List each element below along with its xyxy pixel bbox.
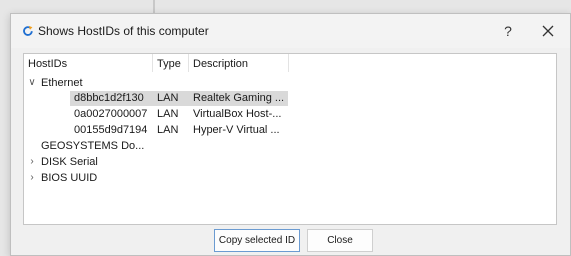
tree-node-disk-serial[interactable]: › DISK Serial — [24, 155, 556, 170]
chevron-down-icon[interactable]: ∨ — [27, 77, 37, 88]
close-button[interactable]: Close — [307, 229, 373, 252]
copy-selected-id-button[interactable]: Copy selected ID — [214, 229, 300, 252]
table-row[interactable]: 0a0027000007 LAN VirtualBox Host-... — [24, 107, 556, 122]
hostid-cell: 00155d9d7194 — [74, 124, 148, 136]
hostid-cell: d8bbc1d2f130 — [74, 92, 144, 104]
hostids-dialog: Shows HostIDs of this computer ? HostIDs… — [10, 13, 571, 256]
column-header-type[interactable]: Type — [157, 58, 181, 70]
tree-node-geosystems[interactable]: GEOSYSTEMS Do... — [24, 139, 556, 154]
column-header-hostids[interactable]: HostIDs — [28, 58, 67, 70]
chevron-right-icon[interactable]: › — [27, 172, 37, 183]
tree-node-label: BIOS UUID — [41, 172, 98, 184]
table-row[interactable]: d8bbc1d2f130 LAN Realtek Gaming ... — [24, 91, 556, 106]
chevron-right-icon[interactable]: › — [27, 156, 37, 167]
tree-node-label: Ethernet — [41, 77, 83, 89]
background-divider — [153, 0, 155, 14]
type-cell: LAN — [157, 92, 179, 104]
hostid-cell: 0a0027000007 — [74, 108, 148, 120]
type-cell: LAN — [157, 108, 179, 120]
hostids-tree[interactable]: HostIDs Type Description ∨ Ethernet d8bb… — [23, 53, 557, 225]
tree-node-ethernet[interactable]: ∨ Ethernet — [24, 76, 556, 91]
description-cell: Hyper-V Virtual ... — [193, 124, 280, 136]
description-cell: Realtek Gaming ... — [193, 92, 285, 104]
tree-node-label: GEOSYSTEMS Do... — [41, 140, 145, 152]
help-button[interactable]: ? — [497, 20, 519, 42]
column-divider[interactable] — [152, 54, 153, 72]
tree-node-bios-uuid[interactable]: › BIOS UUID — [24, 171, 556, 186]
column-divider[interactable] — [288, 54, 289, 72]
type-cell: LAN — [157, 124, 179, 136]
column-header-description[interactable]: Description — [193, 58, 248, 70]
tree-node-label: DISK Serial — [41, 156, 98, 168]
close-icon — [542, 25, 554, 37]
description-cell: VirtualBox Host-... — [193, 108, 282, 120]
table-row[interactable]: 00155d9d7194 LAN Hyper-V Virtual ... — [24, 123, 556, 138]
column-divider[interactable] — [188, 54, 189, 72]
refresh-icon — [23, 25, 33, 36]
dialog-title: Shows HostIDs of this computer — [38, 24, 209, 38]
close-window-button[interactable] — [537, 20, 559, 42]
title-bar: Shows HostIDs of this computer ? — [11, 14, 570, 48]
